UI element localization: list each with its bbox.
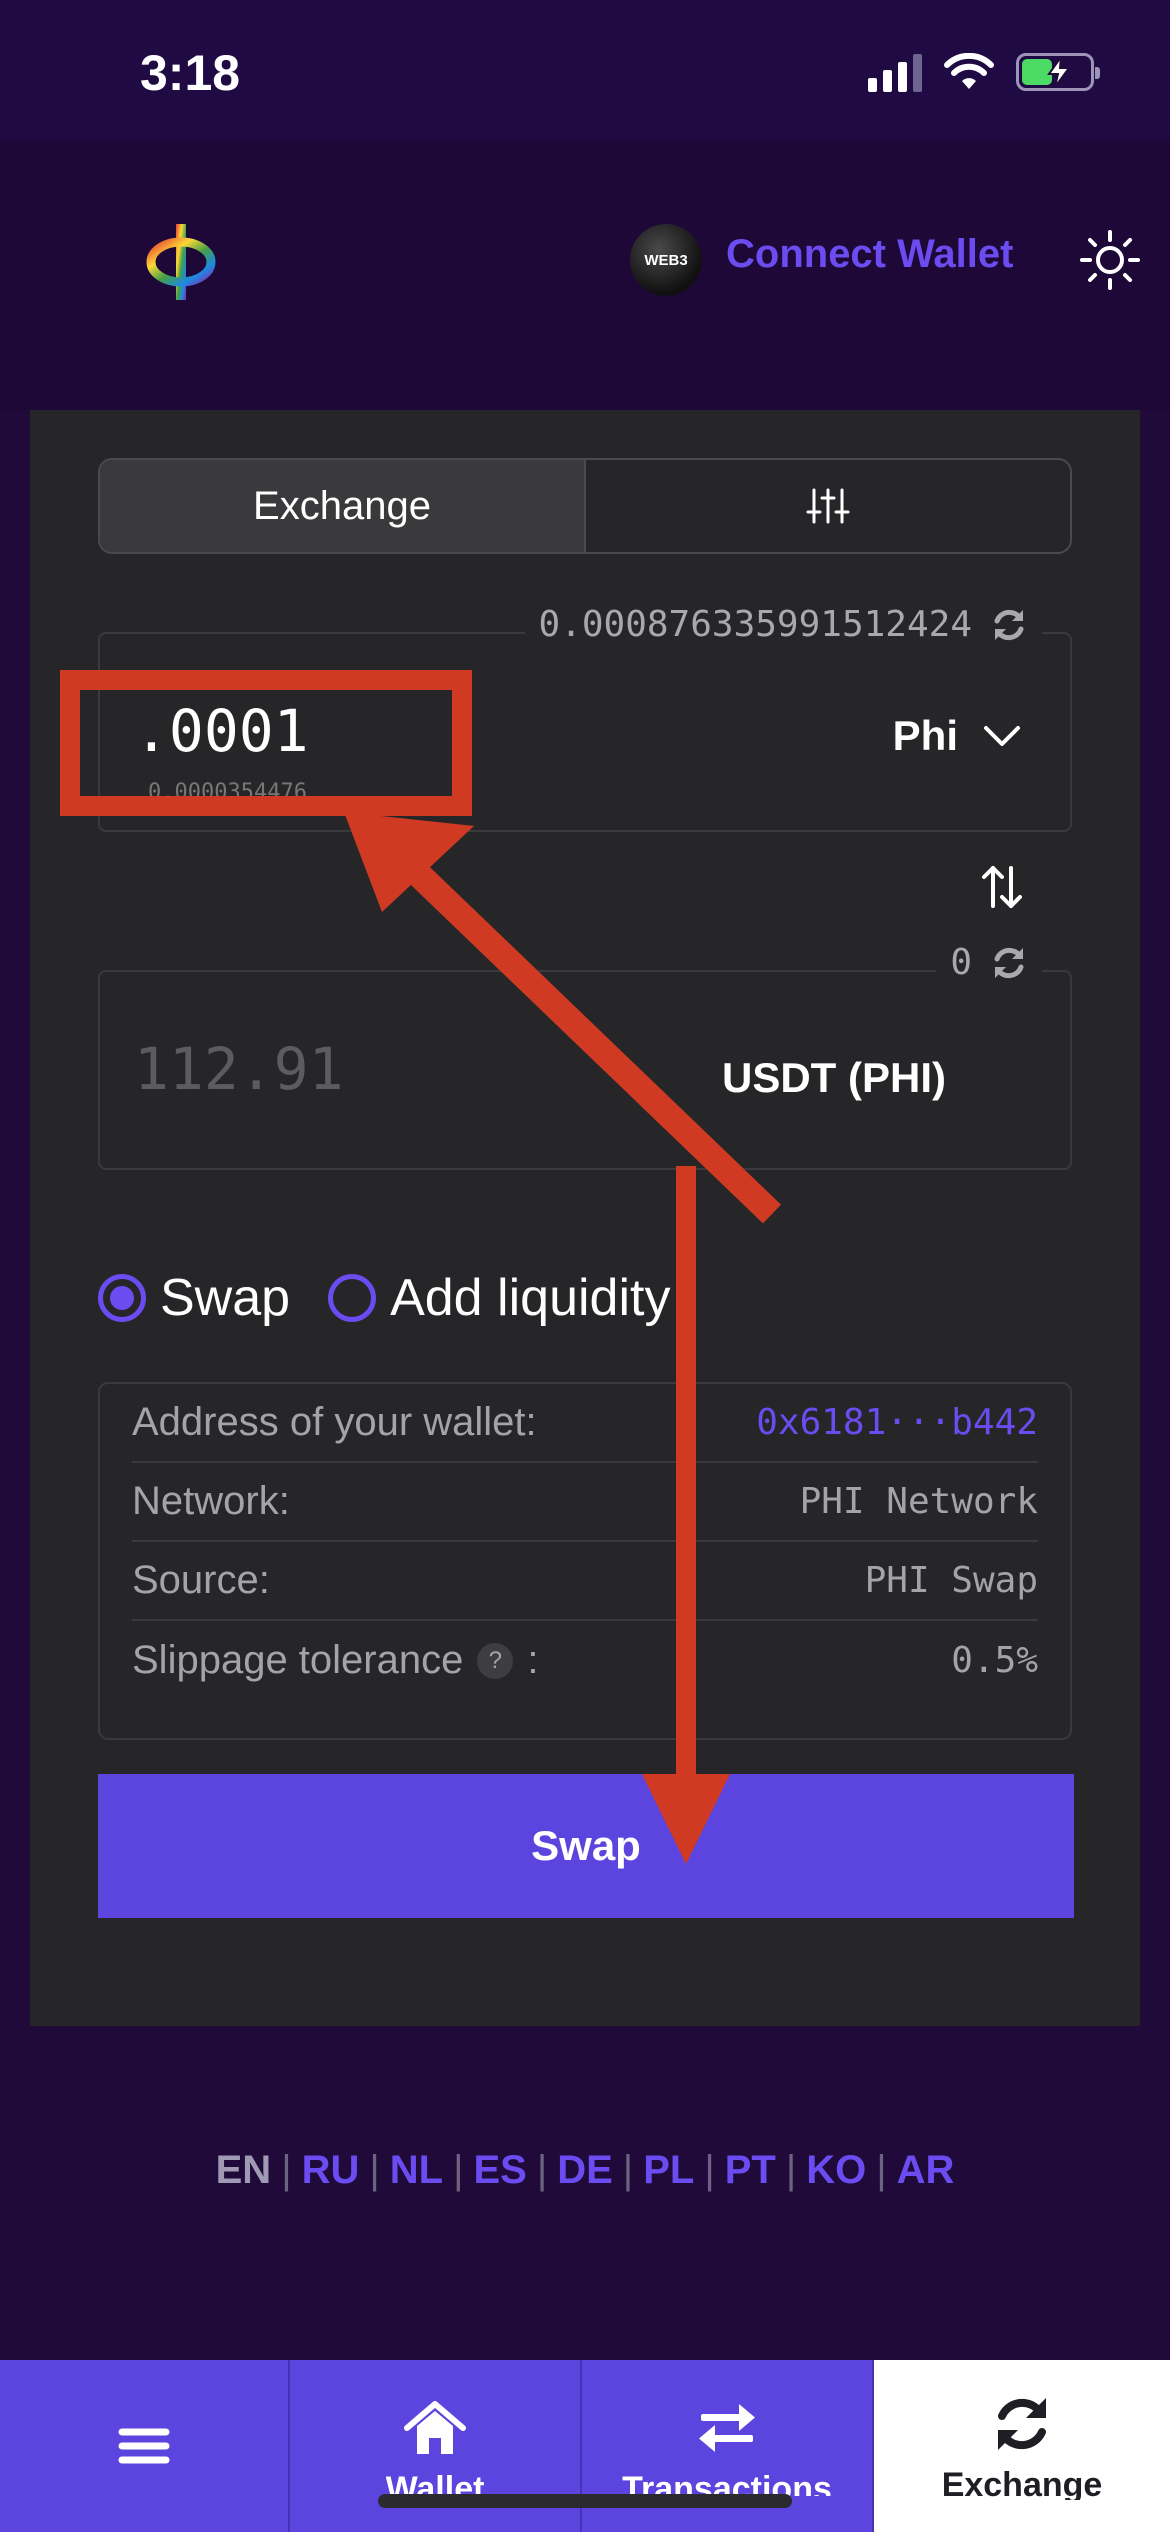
swap-button[interactable]: Swap	[98, 1774, 1074, 1918]
status-time: 3:18	[140, 45, 241, 101]
info-row-network: Network: PHI Network	[132, 1463, 1038, 1542]
nav-transactions-label: Transactions	[622, 2470, 832, 2496]
lang-ko[interactable]: KO	[796, 2148, 876, 2193]
to-balance-value: 0	[950, 942, 972, 983]
slippage-label-group: Slippage tolerance ? :	[132, 1638, 538, 1683]
sliders-icon	[806, 488, 850, 524]
lang-ar[interactable]: AR	[887, 2148, 965, 2193]
lang-separator: |	[536, 2148, 548, 2192]
help-icon[interactable]: ?	[477, 1642, 514, 1679]
sync-icon	[998, 2398, 1046, 2450]
lang-separator: |	[704, 2148, 715, 2192]
lang-es[interactable]: ES	[463, 2148, 536, 2193]
refresh-icon[interactable]	[990, 944, 1028, 982]
exchange-tabs: Exchange	[98, 458, 1072, 554]
from-balance: 0.000876335991512424	[524, 604, 1042, 645]
home-indicator	[378, 2494, 792, 2508]
swap-radio-label: Swap	[160, 1269, 291, 1327]
lang-separator: |	[622, 2148, 634, 2192]
status-icons	[868, 52, 1100, 92]
to-amount-input[interactable]	[134, 1034, 634, 1104]
info-label: Address of your wallet:	[132, 1400, 537, 1444]
lang-separator: |	[876, 2148, 887, 2192]
nav-exchange-label: Exchange	[941, 2466, 1103, 2500]
from-amount-subvalue: 0.0000354476	[148, 780, 307, 796]
lang-pt[interactable]: PT	[715, 2148, 786, 2193]
lang-ru[interactable]: RU	[292, 2148, 370, 2193]
from-balance-value: 0.000876335991512424	[538, 604, 972, 645]
status-bar: 3:18	[0, 0, 1170, 140]
add-liquidity-radio[interactable]	[328, 1274, 377, 1322]
from-amount-field: 0.000876335991512424 0.0000354476 Phi	[98, 604, 1072, 832]
nav-exchange[interactable]: Exchange	[874, 2360, 1170, 2532]
tab-settings[interactable]	[586, 460, 1070, 552]
info-value: 0.5%	[951, 1640, 1038, 1681]
to-balance: 0	[936, 942, 1042, 983]
nav-wallet-label: Wallet	[385, 2470, 485, 2496]
sun-icon[interactable]	[1078, 228, 1142, 292]
to-token-label: USDT (PHI)	[722, 1054, 946, 1101]
lang-de[interactable]: DE	[547, 2148, 623, 2193]
info-row-wallet-address: Address of your wallet: 0x6181···b442	[132, 1384, 1038, 1463]
tab-exchange[interactable]: Exchange	[100, 460, 586, 552]
info-row-source: Source: PHI Swap	[132, 1542, 1038, 1621]
to-amount-field: 0 USDT (PHI)	[98, 942, 1072, 1170]
info-row-slippage: Slippage tolerance ? : 0.5%	[132, 1621, 1038, 1700]
transaction-info: Address of your wallet: 0x6181···b442 Ne…	[98, 1382, 1072, 1740]
info-label: Source:	[132, 1558, 270, 1602]
lang-separator: |	[369, 2148, 380, 2192]
info-label: Network:	[132, 1479, 290, 1523]
battery-icon	[1016, 53, 1100, 91]
menu-icon	[118, 2428, 170, 2464]
swap-vertical-icon[interactable]	[980, 862, 1024, 912]
lang-en[interactable]: EN	[206, 2148, 282, 2193]
web3-badge: WEB3	[630, 224, 702, 296]
nav-menu[interactable]	[0, 2360, 290, 2532]
from-token-select[interactable]: Phi	[893, 712, 1022, 760]
info-value: PHI Swap	[864, 1560, 1038, 1601]
transfer-icon	[699, 2404, 755, 2452]
phi-logo-icon[interactable]	[144, 222, 218, 302]
lang-separator: |	[281, 2148, 292, 2192]
chevron-down-icon	[984, 726, 1020, 746]
connect-wallet-button[interactable]: Connect Wallet	[726, 232, 1013, 277]
language-switcher: EN | RU | NL | ES | DE | PL | PT | KO | AR	[0, 2148, 1170, 2193]
add-liquidity-radio-option[interactable]: Add liquidity	[328, 1268, 670, 1328]
exchange-card: Exchange 0.000876335991512424 0.00003544…	[30, 410, 1140, 2026]
swap-radio[interactable]	[98, 1274, 146, 1322]
lang-nl[interactable]: NL	[380, 2148, 453, 2193]
info-label: Slippage tolerance	[132, 1638, 464, 1682]
swap-radio-option[interactable]: Swap	[98, 1268, 290, 1328]
wifi-icon	[944, 53, 994, 89]
wallet-address-link[interactable]: 0x6181···b442	[756, 1402, 1038, 1443]
lang-pl[interactable]: PL	[633, 2148, 704, 2193]
refresh-icon[interactable]	[990, 606, 1028, 644]
from-token-label: Phi	[892, 712, 958, 759]
info-label-suffix: :	[527, 1638, 539, 1682]
cellular-signal-icon	[868, 52, 922, 92]
info-value: PHI Network	[799, 1481, 1038, 1522]
lang-separator: |	[785, 2148, 797, 2192]
mode-selector: Swap Add liquidity	[98, 1268, 670, 1328]
home-icon	[404, 2401, 466, 2454]
from-amount-input[interactable]	[134, 696, 634, 766]
add-liquidity-radio-label: Add liquidity	[390, 1269, 671, 1327]
lang-separator: |	[453, 2148, 464, 2192]
